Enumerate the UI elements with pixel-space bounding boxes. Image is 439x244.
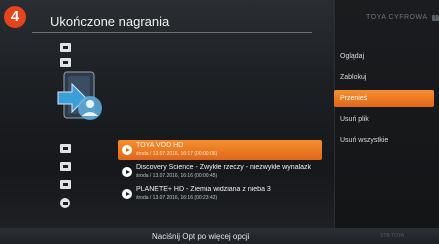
- folder-icons-top: [60, 43, 71, 73]
- recording-item[interactable]: TOYA VOD HD środa / 13.07.2016, 16:17 (0…: [118, 140, 322, 160]
- folder-icon[interactable]: [60, 58, 71, 67]
- brand-badge: TV: [431, 15, 439, 21]
- folder-icon[interactable]: [60, 180, 71, 189]
- play-icon: [122, 145, 132, 155]
- menu-item-lock[interactable]: Zablokuj: [334, 69, 434, 86]
- recording-meta: środa / 13.07.2016, 16:17 (00:00:05): [136, 151, 218, 157]
- recordings-screen: 4 Ukończone nagrania TOYA VOD HD środa /…: [0, 0, 439, 244]
- recording-meta: środa / 13.07.2016, 16:16 (00:23:42): [136, 195, 218, 201]
- menu-item-watch[interactable]: Oglądaj: [334, 48, 434, 65]
- recording-item[interactable]: PLANETE+ HD - Ziemia widziana z nieba 3 …: [118, 184, 322, 204]
- brand-name: TOYA: [366, 14, 387, 21]
- recording-title: TOYA VOD HD: [136, 142, 184, 149]
- play-icon: [122, 167, 132, 177]
- disc-icon[interactable]: [60, 198, 70, 208]
- footer-tag: STB TOYA: [380, 233, 405, 239]
- recording-title: Discovery Science - Zwykłe rzeczy - niez…: [136, 164, 312, 171]
- divider: [32, 32, 312, 33]
- play-icon: [122, 189, 132, 199]
- folder-icon[interactable]: [60, 162, 71, 171]
- page-title: Ukończone nagrania: [50, 14, 170, 29]
- brand-sub: CYFROWA: [388, 14, 428, 21]
- menu-item-delete-file[interactable]: Usuń plik: [334, 111, 434, 128]
- recording-item[interactable]: Discovery Science - Zwykłe rzeczy - niez…: [118, 162, 322, 182]
- recording-title: PLANETE+ HD - Ziemia widziana z nieba 3: [136, 186, 271, 193]
- brand-logo: TOYA CYFROWA TV: [366, 14, 439, 21]
- step-badge: 4: [4, 6, 26, 28]
- recordings-list: TOYA VOD HD środa / 13.07.2016, 16:17 (0…: [118, 140, 322, 206]
- menu-item-delete-all[interactable]: Usuń wszystkie: [334, 132, 434, 149]
- recording-meta: środa / 13.07.2016, 16:16 (00:00:45): [136, 173, 218, 179]
- menu-item-move[interactable]: Przenieś: [334, 90, 434, 107]
- folder-icon[interactable]: [60, 43, 71, 52]
- folder-icons-bottom: [60, 144, 71, 217]
- footer-hint: Naciśnij Opt po więcej opcji: [152, 232, 250, 241]
- options-menu: Oglądaj Zablokuj Przenieś Usuń plik Usuń…: [334, 48, 434, 153]
- recordings-folder-graphic: [57, 71, 102, 120]
- folder-check-icon[interactable]: [60, 144, 71, 153]
